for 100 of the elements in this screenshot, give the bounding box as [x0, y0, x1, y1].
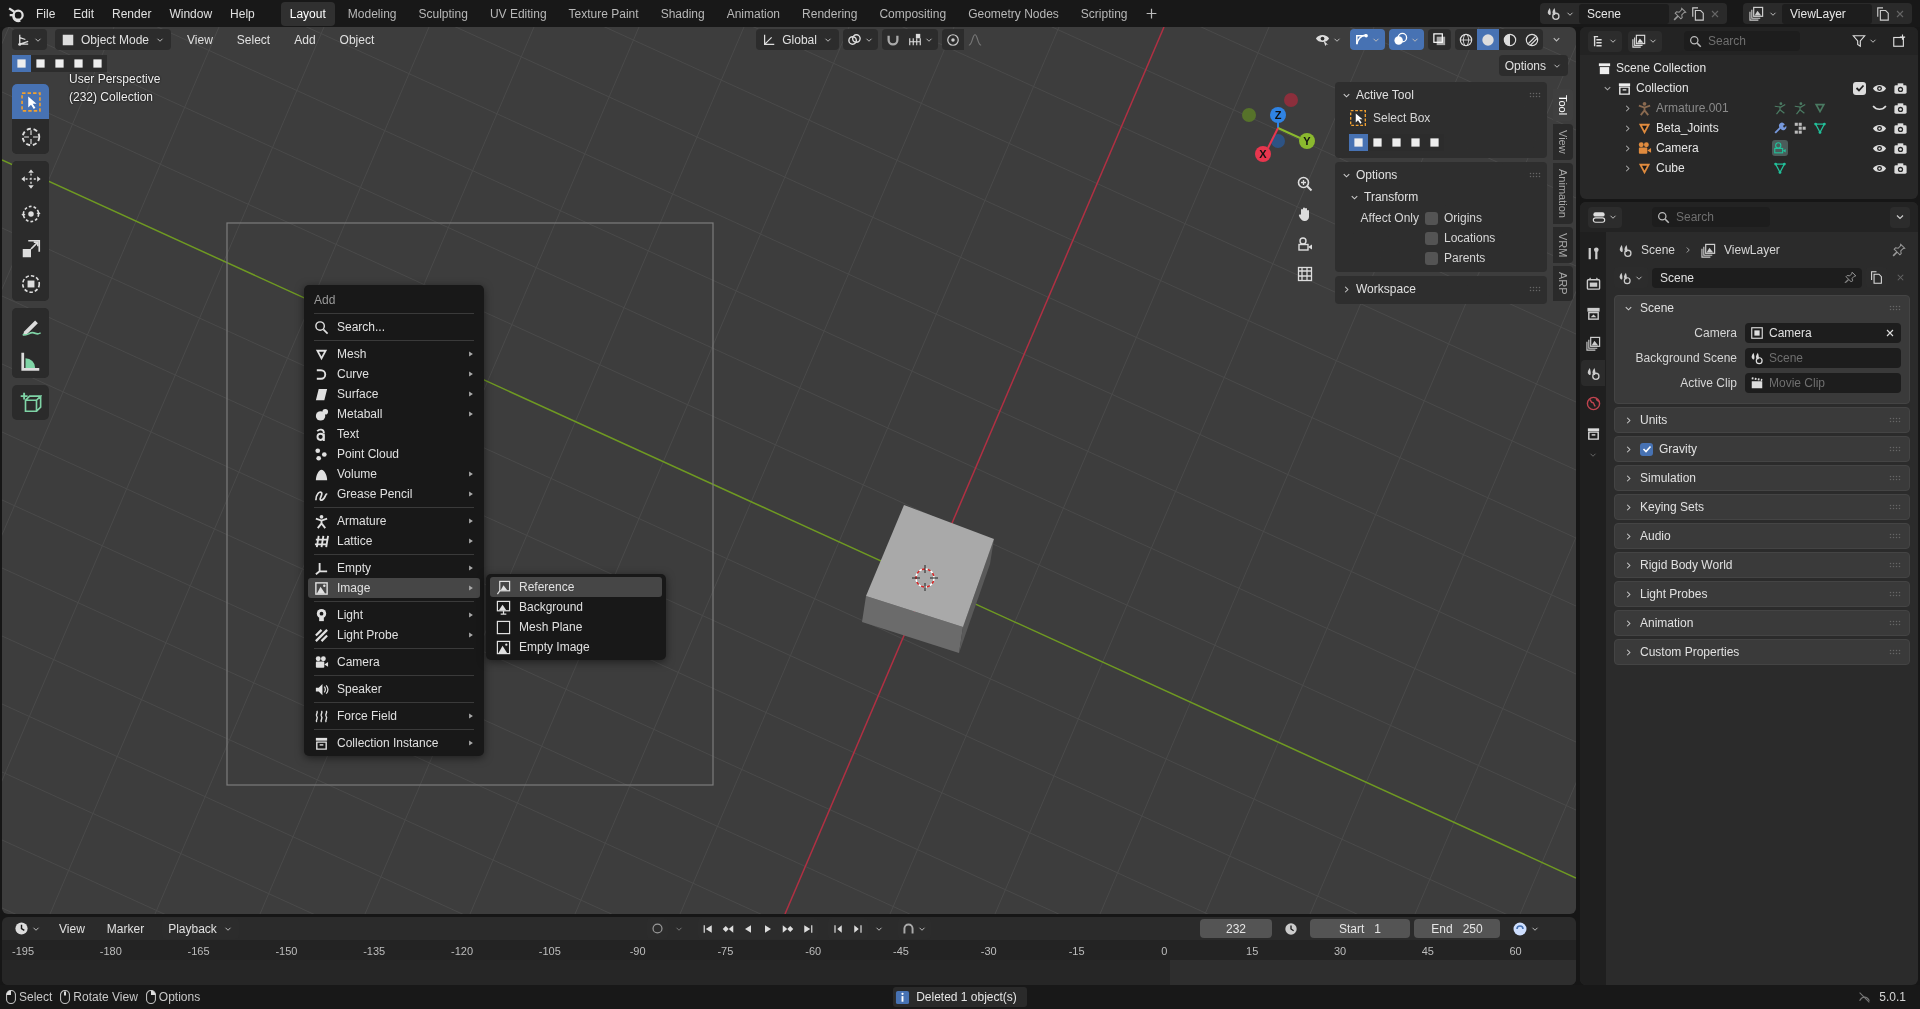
- outliner-item[interactable]: Armature.001: [1656, 99, 1768, 117]
- axis-handle[interactable]: Y: [1277, 127, 1315, 149]
- workspace-tab[interactable]: Animation: [717, 1, 790, 26]
- datablock-field[interactable]: Scene: [1652, 267, 1862, 288]
- end-frame-field[interactable]: End 250: [1414, 919, 1500, 938]
- scene-name[interactable]: Scene: [1579, 3, 1669, 24]
- field-value[interactable]: 250: [1462, 919, 1483, 938]
- sidebar-tab[interactable]: VRM: [1553, 226, 1573, 264]
- sidebar-tab[interactable]: ARP: [1553, 266, 1573, 301]
- panel-header[interactable]: Keying Sets: [1615, 495, 1909, 519]
- menu-item[interactable]: Reference: [490, 577, 662, 597]
- menu-item[interactable]: Volume: [308, 464, 480, 484]
- scene-selector[interactable]: Scene: [1540, 3, 1727, 24]
- menu-item[interactable]: Empty: [308, 558, 480, 578]
- menu-item[interactable]: Grease Pencil: [308, 484, 480, 504]
- field-value[interactable]: 1: [1374, 919, 1381, 938]
- outliner-item[interactable]: Beta_Joints: [1656, 119, 1768, 137]
- menu-item[interactable]: Metaball: [308, 404, 480, 424]
- workspace-tab[interactable]: Compositing: [870, 1, 956, 26]
- workspace-tab[interactable]: UV Editing: [480, 1, 556, 26]
- ruler-label: -105: [538, 944, 561, 959]
- breadcrumb-item: Scene: [1641, 242, 1676, 259]
- menu-item[interactable]: Light: [308, 605, 480, 625]
- ruler-label: -180: [99, 944, 122, 959]
- options-button[interactable]: Options: [1498, 55, 1568, 76]
- menu-item[interactable]: Edit: [65, 2, 103, 25]
- menu-item[interactable]: Background: [490, 597, 662, 617]
- menu-item[interactable]: Camera: [308, 652, 480, 672]
- menu-item[interactable]: Lattice: [308, 531, 480, 551]
- menu-item[interactable]: View: [51, 917, 93, 940]
- menu-item[interactable]: Speaker: [308, 679, 480, 699]
- menu-item[interactable]: Empty Image: [490, 637, 662, 657]
- menu-item[interactable]: Search...: [308, 317, 480, 337]
- menu-item[interactable]: Add: [286, 28, 324, 51]
- object-field[interactable]: Camera: [1745, 322, 1901, 343]
- menu-item[interactable]: Mesh Plane: [490, 617, 662, 637]
- axis-handle[interactable]: X: [1255, 127, 1279, 162]
- menu-item[interactable]: Light Probe: [308, 625, 480, 645]
- mode-dropdown[interactable]: Object Mode: [55, 29, 172, 50]
- subpanel-header[interactable]: Transform: [1343, 186, 1547, 208]
- orientation-dropdown[interactable]: Global: [756, 29, 839, 50]
- panel-header[interactable]: Animation: [1615, 611, 1909, 635]
- panel-header[interactable]: Simulation: [1615, 466, 1909, 490]
- menu-item[interactable]: Select: [228, 28, 279, 51]
- menu-item[interactable]: File: [28, 2, 64, 25]
- panel-header[interactable]: Active Tool: [1335, 84, 1547, 106]
- outliner-item[interactable]: Scene Collection: [1616, 59, 1728, 77]
- object-field[interactable]: Scene: [1745, 347, 1901, 368]
- panel-header[interactable]: Custom Properties: [1615, 640, 1909, 664]
- panel-header[interactable]: Scene: [1615, 296, 1909, 320]
- ruler-label: -90: [629, 944, 646, 959]
- panel-header[interactable]: Rigid Body World: [1615, 553, 1909, 577]
- menu-item[interactable]: View: [179, 28, 221, 51]
- search-field[interactable]: Search: [1684, 31, 1800, 51]
- sidebar-tab[interactable]: View: [1553, 124, 1573, 160]
- object-field[interactable]: Movie Clip: [1745, 372, 1901, 393]
- menu-item[interactable]: Window: [161, 2, 221, 25]
- panel-header[interactable]: Audio: [1615, 524, 1909, 548]
- outliner-item[interactable]: Camera: [1656, 139, 1768, 157]
- menu-item[interactable]: Mesh: [308, 344, 480, 364]
- sidebar-tab[interactable]: Animation: [1553, 162, 1573, 224]
- outliner-item[interactable]: Cube: [1656, 159, 1768, 177]
- workspace-tab[interactable]: Layout: [280, 1, 335, 26]
- workspace-tab[interactable]: Rendering: [793, 1, 867, 26]
- menu-item[interactable]: Curve: [308, 364, 480, 384]
- menu-item[interactable]: Armature: [308, 511, 480, 531]
- view-layer-selector[interactable]: ViewLayer: [1743, 3, 1912, 24]
- current-frame-field[interactable]: 232: [1200, 919, 1272, 938]
- menu-item[interactable]: Collection Instance: [308, 733, 480, 753]
- ruler-label: -30: [980, 944, 997, 959]
- workspace-tab[interactable]: Shading: [651, 1, 714, 26]
- menu-item[interactable]: Image: [308, 578, 480, 598]
- menu-item[interactable]: Force Field: [308, 706, 480, 726]
- start-frame-field[interactable]: Start 1: [1310, 919, 1410, 938]
- menu-item[interactable]: Marker: [98, 917, 153, 940]
- outliner-item[interactable]: Collection: [1636, 79, 1748, 97]
- menu-item[interactable]: Point Cloud: [308, 444, 480, 464]
- view-layer-name[interactable]: ViewLayer: [1782, 3, 1872, 24]
- workspace-tab[interactable]: Modeling: [338, 1, 406, 26]
- menu-item[interactable]: Help: [222, 2, 263, 25]
- ruler-label: -15: [1068, 944, 1085, 959]
- ruler-label: -45: [893, 944, 909, 959]
- checkbox[interactable]: Locations: [1425, 229, 1496, 247]
- workspace-tab[interactable]: Texture Paint: [559, 1, 648, 26]
- workspace-tab[interactable]: Scripting: [1071, 1, 1137, 26]
- checkbox[interactable]: Parents: [1425, 249, 1486, 267]
- menu-item[interactable]: Text: [308, 424, 480, 444]
- ruler-label: -135: [363, 944, 386, 959]
- menu-item[interactable]: Object: [331, 28, 383, 51]
- panel-header[interactable]: Light Probes: [1615, 582, 1909, 606]
- menu-item[interactable]: Render: [104, 2, 160, 25]
- panel-header[interactable]: Options: [1335, 164, 1547, 186]
- menu-item[interactable]: Surface: [308, 384, 480, 404]
- search-field[interactable]: Search: [1652, 207, 1770, 227]
- checkbox[interactable]: Origins: [1425, 209, 1482, 227]
- panel-header[interactable]: Units: [1615, 408, 1909, 432]
- workspace-tab[interactable]: Sculpting: [409, 1, 477, 26]
- ruler-label: 0: [1161, 944, 1168, 959]
- viewport-info-text: User Perspective: [69, 71, 161, 88]
- workspace-tab[interactable]: Geometry Nodes: [959, 1, 1068, 26]
